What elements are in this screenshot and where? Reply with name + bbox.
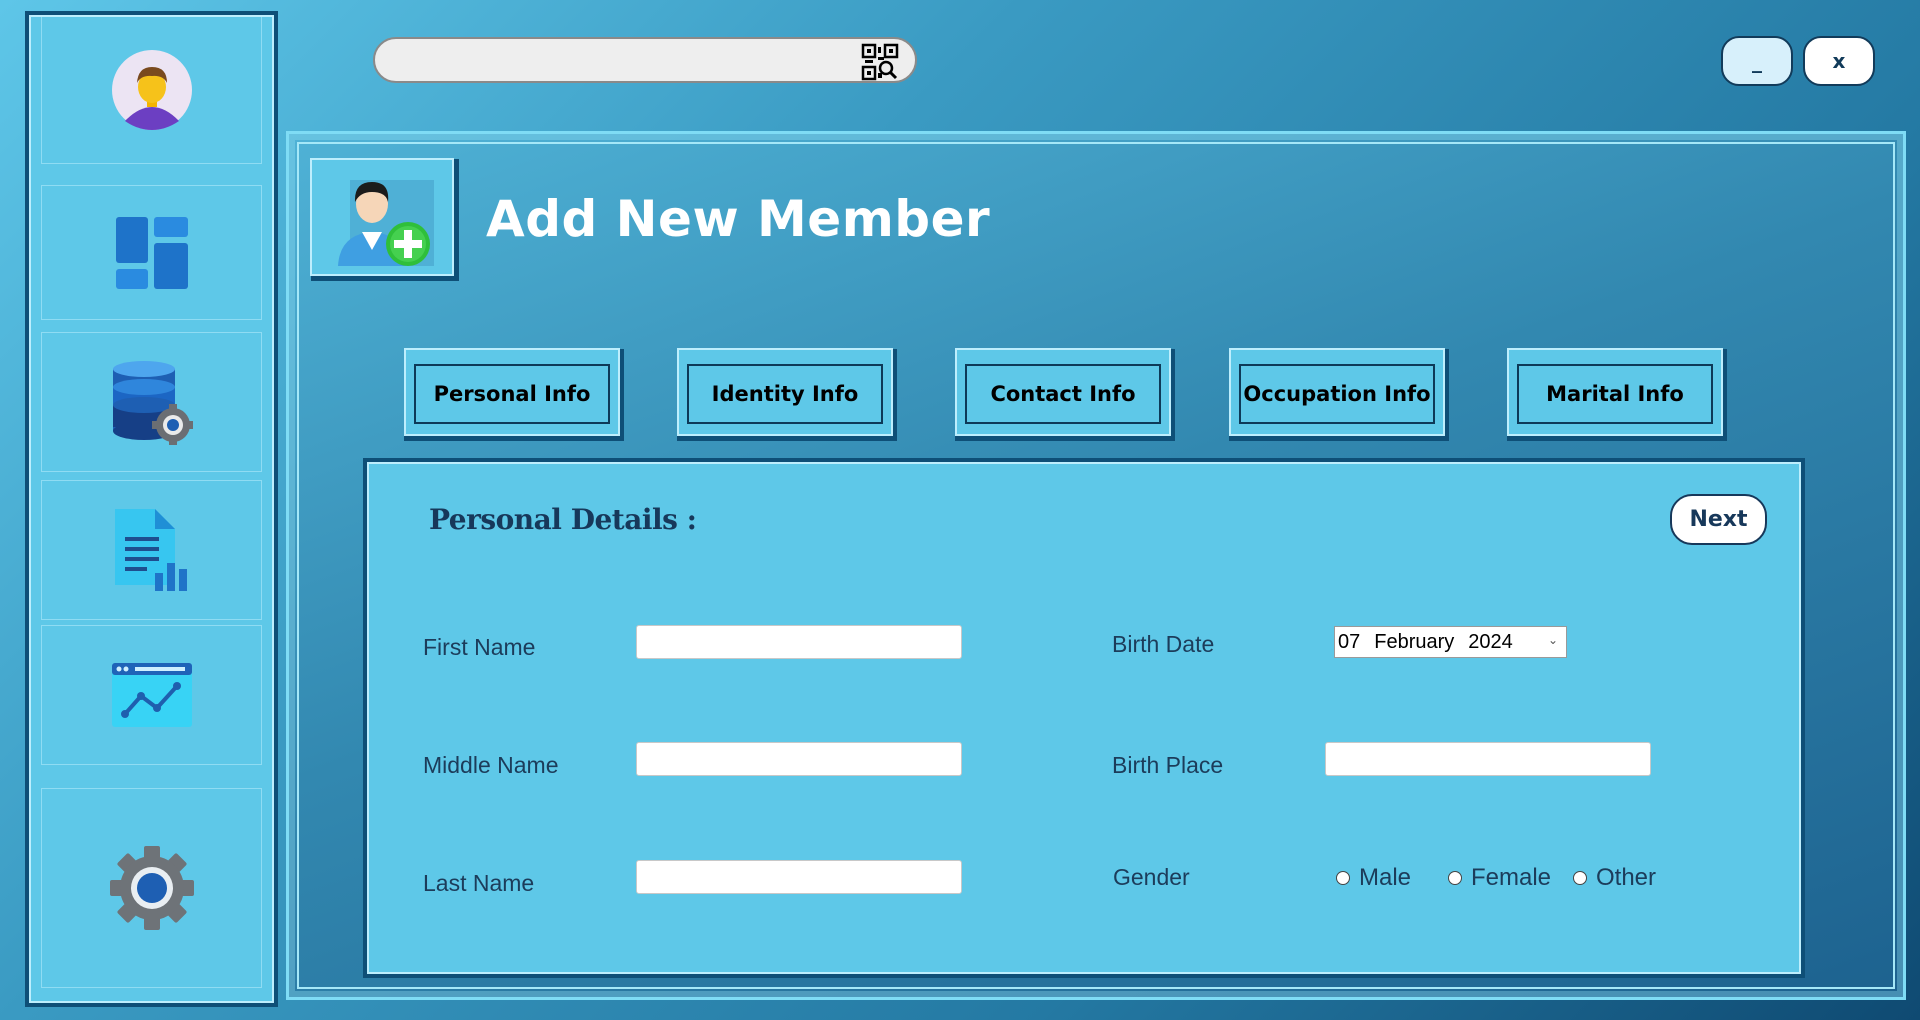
search-input[interactable] — [389, 45, 833, 77]
first-name-field[interactable] — [636, 625, 962, 659]
tab-personal-info[interactable]: Personal Info — [404, 348, 620, 436]
chevron-down-icon[interactable]: ⌄ — [1548, 633, 1558, 647]
tab-marital-info[interactable]: Marital Info — [1507, 348, 1723, 436]
form-panel — [367, 462, 1801, 974]
last-name-field[interactable] — [636, 860, 962, 894]
sidebar-item-analytics[interactable] — [41, 625, 262, 765]
search-bar — [373, 37, 917, 83]
tab-label: Contact Info — [965, 364, 1161, 424]
middle-name-field[interactable] — [636, 742, 962, 776]
tab-label: Marital Info — [1517, 364, 1713, 424]
analytics-chart-icon — [111, 663, 192, 727]
report-document-icon — [114, 509, 187, 591]
birth-place-field[interactable] — [1325, 742, 1651, 776]
sidebar-item-settings[interactable] — [41, 788, 262, 988]
database-settings-icon — [112, 361, 193, 445]
gender-radio-male[interactable]: Male — [1336, 864, 1411, 892]
gear-icon — [109, 846, 194, 930]
dashboard-icon — [115, 216, 188, 289]
birth-date-year: 2024 — [1468, 630, 1513, 653]
gender-radio-female[interactable]: Female — [1448, 864, 1551, 892]
close-button[interactable]: x — [1803, 36, 1875, 86]
first-name-label: First Name — [423, 634, 536, 660]
sidebar-item-database[interactable] — [41, 332, 262, 472]
user-avatar-icon — [111, 50, 192, 130]
radio-circle-icon — [1448, 871, 1462, 885]
birth-place-label: Birth Place — [1112, 752, 1224, 778]
radio-circle-icon — [1573, 871, 1587, 885]
tab-identity-info[interactable]: Identity Info — [677, 348, 893, 436]
next-button[interactable]: Next — [1670, 494, 1767, 545]
section-title: Personal Details : — [429, 503, 697, 536]
sidebar-item-profile[interactable] — [41, 17, 262, 164]
radio-circle-icon — [1336, 871, 1350, 885]
radio-label: Male — [1359, 864, 1412, 891]
tab-label: Occupation Info — [1239, 364, 1435, 424]
tab-contact-info[interactable]: Contact Info — [955, 348, 1171, 436]
radio-label: Other — [1596, 864, 1657, 891]
tab-label: Personal Info — [414, 364, 610, 424]
last-name-label: Last Name — [423, 870, 535, 896]
page-title: Add New Member — [486, 190, 991, 248]
radio-label: Female — [1471, 864, 1552, 891]
birth-date-day: 07 — [1338, 630, 1361, 653]
middle-name-label: Middle Name — [423, 752, 559, 778]
gender-label: Gender — [1113, 864, 1190, 890]
minimize-button[interactable]: _ — [1721, 36, 1793, 86]
tab-occupation-info[interactable]: Occupation Info — [1229, 348, 1445, 436]
header-icon-box — [310, 158, 454, 276]
sidebar-item-reports[interactable] — [41, 480, 262, 620]
qr-scan-icon[interactable] — [861, 43, 899, 81]
sidebar — [29, 15, 274, 1003]
birth-date-label: Birth Date — [1112, 631, 1215, 657]
birth-date-picker[interactable]: 07 February 2024 ⌄ — [1334, 626, 1567, 658]
add-user-icon — [338, 180, 434, 266]
tab-label: Identity Info — [687, 364, 883, 424]
sidebar-item-dashboard[interactable] — [41, 185, 262, 320]
birth-date-month: February — [1374, 630, 1455, 653]
gender-radio-other[interactable]: Other — [1573, 864, 1656, 892]
